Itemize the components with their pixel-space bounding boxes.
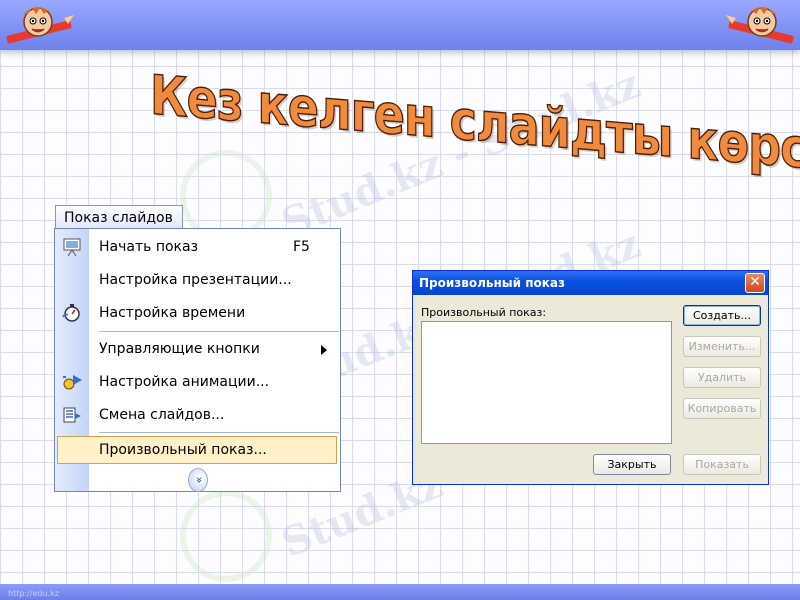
delete-button[interactable]: Удалить [683,367,761,388]
menu-item-custom-show[interactable]: Произвольный показ... [55,435,340,465]
custom-shows-list[interactable] [421,321,672,444]
menu-item-slide-transition[interactable]: Смена слайдов... [55,400,340,430]
slide-transition-icon [63,407,81,423]
footer-url: http://edu.kz [8,589,59,598]
cartoon-pencil-kid-icon [6,7,74,44]
menu-item-label: Настройка анимации... [99,374,270,390]
animation-star-icon [63,375,82,390]
slide-show-menu: Начать показ F5 Настройка презентации...… [54,228,341,492]
menu-item-label: Управляющие кнопки [99,341,260,357]
menu-item-action-buttons[interactable]: Управляющие кнопки [55,334,340,364]
expand-menu-chevron-icon[interactable]: » [188,468,208,492]
menu-item-custom-animation[interactable]: Настройка анимации... [55,367,340,397]
menu-separator [99,331,339,332]
menu-tab-slide-show[interactable]: Показ слайдов [55,205,183,229]
projector-screen-icon [63,238,81,257]
menu-item-label: Настройка времени [99,305,246,321]
watermark-logo-icon [180,490,272,582]
menu-item-setup-show[interactable]: Настройка презентации... [55,265,340,295]
slide-title: Кез келген слайдты көрсету [149,62,800,188]
copy-button[interactable]: Копировать [683,398,761,419]
menu-item-start-show[interactable]: Начать показ F5 [55,232,340,262]
cartoon-pencil-kid-icon [726,7,794,44]
create-button[interactable]: Создать... [683,305,761,326]
menu-item-label: Смена слайдов... [99,407,225,423]
menu-item-label: Произвольный показ... [99,442,267,458]
menu-item-label: Начать показ [99,239,199,255]
edit-button[interactable]: Изменить... [683,336,761,357]
menu-item-label: Настройка презентации... [99,272,292,288]
header-band [0,0,800,50]
dialog-titlebar[interactable]: Произвольный показ ✕ [413,271,768,295]
menu-separator [99,432,339,433]
dialog-title: Произвольный показ [419,276,565,290]
close-button[interactable]: Закрыть [593,454,671,475]
show-button[interactable]: Показать [683,454,761,475]
footer-band [0,584,800,600]
menu-item-shortcut: F5 [293,239,310,255]
submenu-arrow-icon [321,345,327,355]
custom-shows-label: Произвольный показ: [421,306,547,319]
menu-item-rehearse-timings[interactable]: Настройка времени [55,298,340,328]
stopwatch-icon [62,304,80,322]
close-icon[interactable]: ✕ [745,273,765,293]
custom-show-dialog: Произвольный показ ✕ Произвольный показ:… [412,270,769,485]
